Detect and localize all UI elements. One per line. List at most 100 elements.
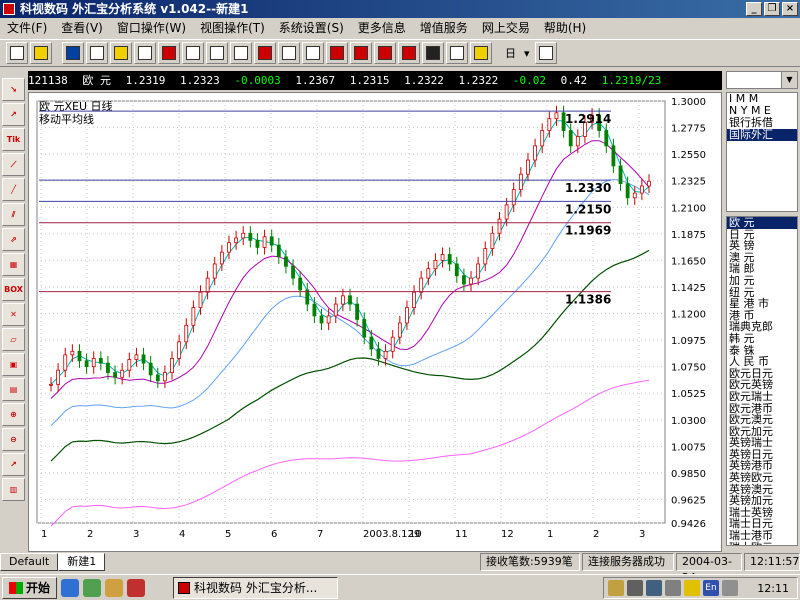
tray-volume-icon[interactable] <box>722 580 738 596</box>
start-label: 开始 <box>26 580 51 595</box>
currency-item[interactable]: 欧元瑞士 <box>727 391 797 403</box>
copy-icon[interactable] <box>86 42 108 64</box>
arrow-up-icon[interactable]: ↗ <box>2 103 25 126</box>
price-chart[interactable]: 1.3000 1.2775 1.2550 1.2325 1.2100 1.1875 1.16… <box>29 93 723 553</box>
menu-window[interactable]: 窗口操作(W) <box>110 18 193 38</box>
down-arrow-icon[interactable] <box>398 42 420 64</box>
candle-body <box>554 112 559 120</box>
kline-icon[interactable] <box>254 42 276 64</box>
menu-more-info[interactable]: 更多信息 <box>351 18 413 38</box>
level-label: 1.2330 <box>565 181 611 195</box>
tray-printer-icon[interactable] <box>665 580 681 596</box>
up-arrow-icon[interactable] <box>374 42 396 64</box>
quote-bidask: 1.2319/23 <box>601 74 662 87</box>
zoom-in-icon[interactable] <box>350 42 372 64</box>
menu-value-added[interactable]: 增值服务 <box>413 18 475 38</box>
currency-item[interactable]: 瑞士港币 <box>727 530 797 542</box>
print-icon[interactable] <box>134 42 156 64</box>
market-item[interactable]: 国际外汇 <box>727 129 797 141</box>
box-tool[interactable]: BOX <box>2 278 25 301</box>
window-icon[interactable] <box>422 42 444 64</box>
chevron-down-icon[interactable]: ▾ <box>521 47 533 60</box>
save-icon[interactable] <box>62 42 84 64</box>
new-file-icon[interactable] <box>6 42 28 64</box>
candle-body <box>362 319 367 338</box>
tray-monitor-icon[interactable] <box>646 580 662 596</box>
warning-icon[interactable] <box>470 42 492 64</box>
currency-item[interactable]: 瑞士欧元 <box>727 542 797 545</box>
menu-view-ops[interactable]: 视图操作(T) <box>193 18 272 38</box>
calculator-icon[interactable] <box>534 42 557 64</box>
y-tick-label: 1.1200 <box>671 310 706 321</box>
period-select[interactable]: 日 <box>502 45 519 61</box>
menu-help[interactable]: 帮助(H) <box>537 18 593 38</box>
menu-file[interactable]: 文件(F) <box>0 18 54 38</box>
grid-tool-icon[interactable]: ▦ <box>2 253 25 276</box>
trend-icon[interactable]: ↗ <box>2 453 25 476</box>
minus-icon[interactable]: ⊖ <box>2 428 25 451</box>
bars-icon[interactable] <box>326 42 348 64</box>
tray-warning-icon[interactable] <box>684 580 700 596</box>
tray-folder-icon[interactable] <box>608 580 624 596</box>
market-list[interactable]: I M MN Y M E 银行拆借 国际外汇 <box>726 92 798 212</box>
quicklaunch-icon[interactable] <box>127 578 146 597</box>
tab-new1[interactable]: 新建1 <box>58 553 106 571</box>
level-label: 1.1386 <box>565 293 611 307</box>
candle-body <box>462 275 466 285</box>
arrow-down-icon[interactable]: ↘ <box>2 78 25 101</box>
grid-icon[interactable] <box>278 42 300 64</box>
open-folder-icon[interactable] <box>30 42 52 64</box>
currency-item[interactable]: 星 港 市 <box>727 298 797 310</box>
menu-settings[interactable]: 系统设置(S) <box>272 18 351 38</box>
currency-item[interactable]: 英镑欧元 <box>727 472 797 484</box>
paste-icon[interactable] <box>110 42 132 64</box>
currency-item[interactable]: 欧元澳元 <box>727 414 797 426</box>
app-icon <box>3 3 15 15</box>
detail-icon[interactable] <box>230 42 252 64</box>
parallel-icon[interactable]: ⇗ <box>2 228 25 251</box>
tab-default[interactable]: Default <box>0 553 59 571</box>
chart-area[interactable]: 1.3000 1.2775 1.2550 1.2325 1.2100 1.1875 1.16… <box>28 92 722 552</box>
cut-icon[interactable] <box>158 42 180 64</box>
x-tick-label: 2 <box>87 529 93 540</box>
currency-item[interactable]: 欧 元 <box>727 217 797 229</box>
chevron-down-icon[interactable]: ▼ <box>781 72 797 88</box>
line-draw-icon[interactable]: ╱ <box>2 178 25 201</box>
image-icon[interactable]: ▣ <box>2 353 25 376</box>
taskbar: 开始 科视数码 外汇宝分析... En 12:11 <box>0 574 800 600</box>
minimize-button[interactable]: _ <box>746 2 762 16</box>
plus-icon[interactable]: ⊕ <box>2 403 25 426</box>
candle-body <box>134 354 139 360</box>
menu-view[interactable]: 查看(V) <box>54 18 110 38</box>
channel-icon[interactable]: ⫽ <box>2 203 25 226</box>
help-icon[interactable] <box>446 42 468 64</box>
currency-item[interactable]: 加 元 <box>727 275 797 287</box>
line-up-icon[interactable]: ⟋ <box>2 153 25 176</box>
maximize-button[interactable]: ❐ <box>764 2 780 16</box>
tray-lang-icon[interactable]: En <box>703 580 719 596</box>
eraser-icon[interactable]: ▱ <box>2 328 25 351</box>
delete-icon[interactable]: ✕ <box>2 303 25 326</box>
tik-tool[interactable]: Tik <box>2 128 25 151</box>
image2-icon[interactable]: ▤ <box>2 378 25 401</box>
clock-icon[interactable] <box>302 42 324 64</box>
y-tick-label: 1.3000 <box>671 97 706 108</box>
menu-online-trade[interactable]: 网上交易 <box>475 18 537 38</box>
bar-icon[interactable]: ▥ <box>2 478 25 501</box>
desktop-icon[interactable] <box>83 578 102 597</box>
market-dropdown[interactable]: ▼ <box>726 71 798 89</box>
currency-item[interactable]: 人 民 币 <box>727 356 797 368</box>
start-button[interactable]: 开始 <box>2 576 58 599</box>
taskbar-app-button[interactable]: 科视数码 外汇宝分析... <box>173 577 338 599</box>
list-icon[interactable] <box>206 42 228 64</box>
tray-network-icon[interactable] <box>627 580 643 596</box>
outlook-icon[interactable] <box>105 578 124 597</box>
candle-body <box>397 322 402 338</box>
ie-icon[interactable] <box>61 578 80 597</box>
quote-code: 121138 <box>28 74 68 87</box>
currency-list[interactable]: 欧 元日 元英 镑澳 元瑞 郎加 元纽 元星 港 市港 币瑞典克郎韩 元泰 铢人… <box>726 216 798 546</box>
currency-item[interactable]: 韩 元 <box>727 333 797 345</box>
table-icon[interactable] <box>182 42 204 64</box>
candle-body <box>141 354 146 364</box>
close-button[interactable]: × <box>782 2 798 16</box>
